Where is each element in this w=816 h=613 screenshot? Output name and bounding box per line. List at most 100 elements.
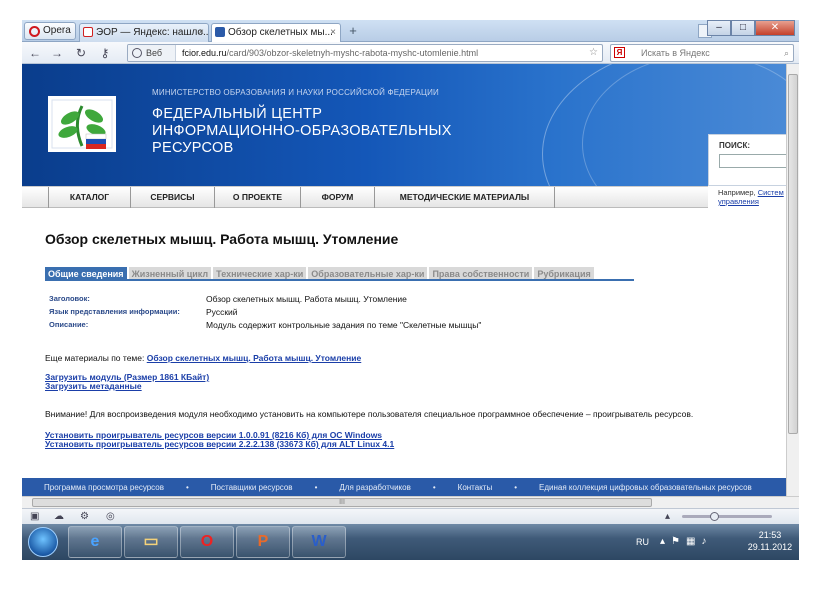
menu-item-methods[interactable]: МЕТОДИЧЕСКИЕ МАТЕРИАЛЫ [374,187,554,208]
menu-item-services[interactable]: СЕРВИСЫ [130,187,214,208]
window-controls: – □ ✕ [707,20,795,37]
word-taskbar-icon[interactable]: W [292,526,346,558]
site-search-label: ПОИСК: [719,141,751,150]
tab-general[interactable]: Общие сведения [45,267,127,279]
opera-menu-label: Opera [43,25,71,36]
globe-icon [132,48,142,58]
zoom-menu-icon[interactable]: ▴ [665,511,670,522]
tab-educational[interactable]: Образовательные хар-ки [308,267,428,279]
tab-rights[interactable]: Права собственности [429,267,533,279]
tab-technical[interactable]: Технические хар-ки [213,267,307,279]
player-warning: Внимание! Для воспроизведения модуля нео… [45,409,694,419]
start-button[interactable] [28,527,58,557]
footer-link-providers[interactable]: Поставщики ресурсов [207,483,297,492]
opera-taskbar-icon[interactable]: O [180,526,234,558]
site-search-box: ПОИСК: [708,134,786,186]
site-header-banner: МИНИСТЕРСТВО ОБРАЗОВАНИЯ И НАУКИ РОССИЙС… [22,64,786,186]
menu-item-forum[interactable]: ФОРУМ [300,187,374,208]
horizontal-scroll-thumb[interactable]: III [32,498,652,507]
clock-date: 29.11.2012 [747,542,793,552]
url-domain: fcior.edu.ru [182,48,227,58]
footer-separator: • [514,482,518,492]
footer-link-developers[interactable]: Для разработчиков [335,483,414,492]
footer-link-viewer[interactable]: Программа просмотра ресурсов [22,483,168,492]
footer-separator: • [185,482,189,492]
menu-item-catalog[interactable]: КАТАЛОГ [48,187,130,208]
metadata-key: Описание: [49,320,89,329]
menu-spacer-end [554,187,708,208]
footer-link-contacts[interactable]: Контакты [454,483,497,492]
zoom-slider-knob[interactable] [710,512,719,521]
url-path: /card/903/obzor-skeletnyh-myshc-rabota-m… [226,48,479,58]
tab-close-icon[interactable]: × [198,24,204,41]
main-menu: КАТАЛОГ СЕРВИСЫ О ПРОЕКТЕ ФОРУМ МЕТОДИЧЕ… [22,186,708,208]
browser-tab-yandex[interactable]: ЭОР — Яндекс: нашло... × [79,23,209,42]
tab-lifecycle[interactable]: Жизненный цикл [128,267,212,279]
vertical-scrollbar[interactable] [786,64,799,496]
tab-close-icon[interactable]: × [330,24,336,41]
search-example: Например, Систем управления [718,188,786,206]
yandex-icon: Я [614,47,625,58]
bookmark-star-icon[interactable]: ☆ [589,45,598,61]
tab-rubrics[interactable]: Рубрикация [534,267,594,279]
web-page: МИНИСТЕРСТВО ОБРАЗОВАНИЯ И НАУКИ РОССИЙС… [22,64,786,496]
clock[interactable]: 21:53 29.11.2012 [746,529,794,553]
language-indicator[interactable]: RU [636,537,649,547]
reload-button[interactable]: ↻ [72,45,90,61]
download-metadata-link[interactable]: Загрузить метаданные [45,381,142,391]
search-field[interactable]: Я Искать в Яндекс ⌕ [610,44,794,62]
page-title: Обзор скелетных мышц. Работа мышц. Утомл… [45,231,399,247]
explorer-taskbar-icon[interactable]: ▭ [124,526,178,558]
search-icon[interactable]: ⌕ [784,45,789,61]
fcior-logo-icon[interactable] [46,88,118,158]
cloud-icon[interactable]: ☁ [54,511,64,522]
site-search-input[interactable] [719,154,786,168]
tab-title: Обзор скелетных мы... [228,27,333,38]
metadata-value: Модуль содержит контрольные задания по т… [206,320,482,330]
site-title-line2: ИНФОРМАЦИОННО-ОБРАЗОВАТЕЛЬНЫХ [152,123,452,139]
zoom-slider[interactable] [682,512,772,521]
site-footer: Программа просмотра ресурсов • Поставщик… [22,478,786,496]
search-placeholder: Искать в Яндекс [641,48,710,58]
key-icon[interactable]: ⚷ [96,45,114,61]
install-linux-link[interactable]: Установить проигрыватель ресурсов версии… [45,439,394,449]
powerpoint-taskbar-icon[interactable]: P [236,526,290,558]
fcior-favicon-icon [215,27,225,37]
turbo-icon[interactable]: ⚙ [80,511,89,522]
example-prefix: Например, [718,188,756,197]
windows-taskbar: e ▭ O P W RU ▴⚑▦♪ 21:53 29.11.2012 [22,524,799,560]
forward-button[interactable]: → [48,45,66,61]
browser-tab-fcior[interactable]: Обзор скелетных мы... × [211,23,341,42]
metadata-value: Русский [206,307,238,317]
screen: Opera ЭОР — Яндекс: нашло... × Обзор ске… [22,20,799,560]
more-materials-link[interactable]: Обзор скелетных мышц. Работа мышц. Утомл… [147,353,362,363]
more-materials: Еще материалы по теме: Обзор скелетных м… [45,353,361,363]
panel-toggle-icon[interactable]: ▣ [30,511,39,522]
back-button[interactable]: ← [26,45,44,61]
horizontal-scrollbar[interactable]: III [22,496,799,508]
tab-title: ЭОР — Яндекс: нашло... [96,27,209,38]
site-title-line3: РЕСУРСОВ [152,140,234,156]
ie-taskbar-icon[interactable]: e [68,526,122,558]
images-icon[interactable]: ◎ [106,511,115,522]
card-tabs: Общие сведения Жизненный цикл Технически… [45,267,634,281]
site-title[interactable]: ФЕДЕРАЛЬНЫЙ ЦЕНТР ИНФОРМАЦИОННО-ОБРАЗОВА… [152,106,452,157]
footer-separator: • [432,482,436,492]
site-title-line1: ФЕДЕРАЛЬНЫЙ ЦЕНТР [152,106,323,122]
metadata-key: Заголовок: [49,294,90,303]
minimize-button[interactable]: – [707,20,731,36]
vertical-scroll-thumb[interactable] [788,74,798,434]
menu-item-about[interactable]: О ПРОЕКТЕ [214,187,300,208]
footer-link-collection[interactable]: Единая коллекция цифровых образовательны… [535,483,756,492]
new-tab-button[interactable]: + [344,24,362,40]
opera-menu-button[interactable]: Opera [24,22,76,40]
footer-separator: • [314,482,318,492]
address-bar[interactable]: Веб fcior.edu.ru/card/903/obzor-skeletny… [127,44,603,62]
close-window-button[interactable]: ✕ [755,20,795,36]
download-meta-row: Загрузить метаданные [45,381,142,391]
opera-logo-icon [29,26,40,37]
browser-status-bar: ▣ ☁ ⚙ ◎ ▴ [22,508,799,524]
maximize-button[interactable]: □ [731,20,755,36]
tray-icons[interactable]: ▴⚑▦♪ [660,536,712,547]
web-indicator: Веб [128,45,176,61]
